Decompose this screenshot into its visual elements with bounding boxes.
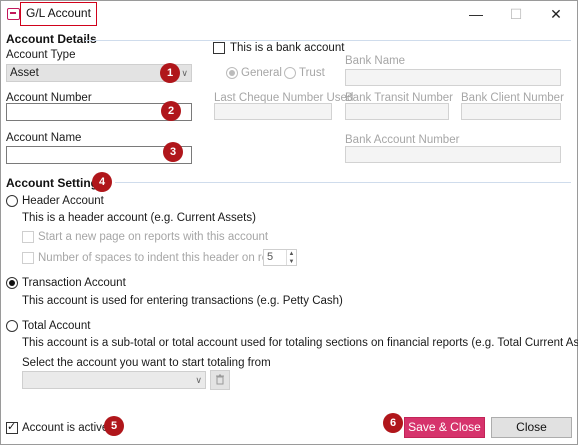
callout-badge-2: 2 <box>161 101 181 121</box>
gl-account-window: G/L Account — ☐ ✕ Account Details Accoun… <box>0 0 578 445</box>
general-radio-label: General <box>241 67 282 79</box>
account-type-label: Account Type <box>6 49 76 61</box>
trust-radio[interactable] <box>284 67 296 79</box>
bank-account-number-label: Bank Account Number <box>345 134 460 146</box>
header-account-description: This is a header account (e.g. Current A… <box>22 212 256 224</box>
header-account-radio[interactable] <box>6 195 18 207</box>
trust-radio-label: Trust <box>299 67 325 79</box>
transaction-account-radio[interactable] <box>6 277 18 289</box>
transaction-account-description: This account is used for entering transa… <box>22 295 343 307</box>
bank-client-input[interactable] <box>461 103 561 120</box>
close-button[interactable]: Close <box>491 417 572 438</box>
section-divider <box>85 40 571 41</box>
callout-badge-5: 5 <box>104 416 124 436</box>
header-account-label: Header Account <box>22 195 104 207</box>
account-settings-heading: Account Settings <box>6 176 105 190</box>
transaction-account-label: Transaction Account <box>22 277 126 289</box>
clear-selection-button[interactable] <box>210 370 230 390</box>
bank-name-input[interactable] <box>345 69 561 86</box>
indent-checkbox[interactable] <box>22 252 34 264</box>
app-icon <box>7 8 20 20</box>
account-name-label: Account Name <box>6 132 82 144</box>
minimize-button[interactable]: — <box>458 1 494 27</box>
total-from-select[interactable]: ∨ <box>22 371 206 389</box>
account-active-label: Account is active <box>22 422 109 434</box>
new-page-label: Start a new page on reports with this ac… <box>38 231 269 243</box>
total-account-radio[interactable] <box>6 320 18 332</box>
bank-account-number-input[interactable] <box>345 146 561 163</box>
bank-transit-input[interactable] <box>345 103 449 120</box>
bank-account-checkbox[interactable] <box>213 42 225 54</box>
indent-value: 5 <box>267 251 274 263</box>
window-title: G/L Account <box>20 2 97 26</box>
section-divider <box>115 182 571 183</box>
chevron-down-icon: ∨ <box>195 375 202 385</box>
callout-badge-6: 6 <box>383 413 403 433</box>
bank-account-checkbox-label: This is a bank account <box>230 42 345 54</box>
total-account-description: This account is a sub-total or total acc… <box>22 337 578 349</box>
close-window-button[interactable]: ✕ <box>538 1 574 27</box>
chevron-down-icon: ∨ <box>181 68 188 78</box>
save-close-button[interactable]: Save & Close <box>404 417 485 438</box>
last-cheque-input[interactable] <box>214 103 332 120</box>
select-total-label: Select the account you want to start tot… <box>22 357 271 369</box>
general-radio[interactable] <box>226 67 238 79</box>
spinner-arrows-icon[interactable]: ▲ ▼ <box>286 250 296 265</box>
title-bar: G/L Account — ☐ ✕ <box>1 1 577 29</box>
bank-name-label: Bank Name <box>345 55 406 67</box>
new-page-checkbox[interactable] <box>22 231 34 243</box>
trash-icon <box>216 374 224 385</box>
indent-spinner[interactable]: 5 ▲ ▼ <box>263 249 297 266</box>
callout-badge-3: 3 <box>163 142 183 162</box>
total-account-label: Total Account <box>22 320 91 332</box>
account-active-checkbox[interactable] <box>6 420 18 434</box>
account-details-heading: Account Details <box>6 32 97 46</box>
account-type-value: Asset <box>10 67 39 79</box>
indent-label: Number of spaces to indent this header o… <box>38 252 294 264</box>
callout-badge-1: 1 <box>160 63 180 83</box>
callout-badge-4: 4 <box>92 172 112 192</box>
maximize-button[interactable]: ☐ <box>498 1 534 27</box>
